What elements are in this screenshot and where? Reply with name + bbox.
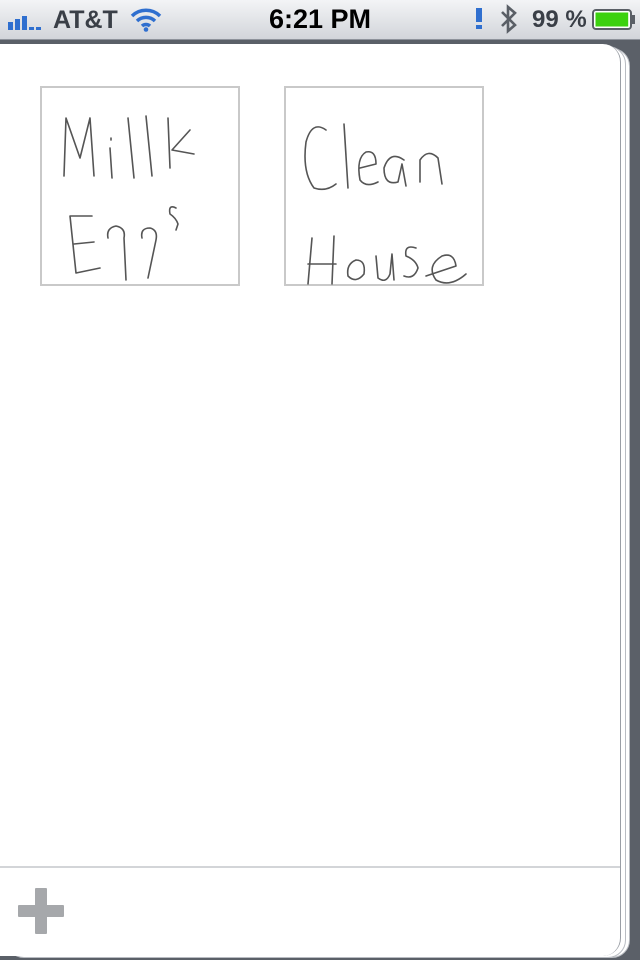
toolbar-divider (0, 866, 620, 868)
handwriting-milk-eggs (63, 115, 195, 281)
battery-percentage: 99 % (532, 6, 587, 33)
battery-icon (592, 9, 635, 30)
handwriting-clean-house (304, 123, 467, 285)
add-note-button[interactable] (16, 886, 66, 936)
note-thumbnail-milk-eggs[interactable] (40, 86, 240, 286)
status-bar: AT&T 6:21 PM 99 % (0, 0, 640, 40)
note-thumbnail-clean-house[interactable] (284, 86, 484, 286)
bluetooth-icon (501, 4, 517, 34)
notes-sheet (0, 44, 621, 956)
alert-icon (476, 8, 482, 29)
